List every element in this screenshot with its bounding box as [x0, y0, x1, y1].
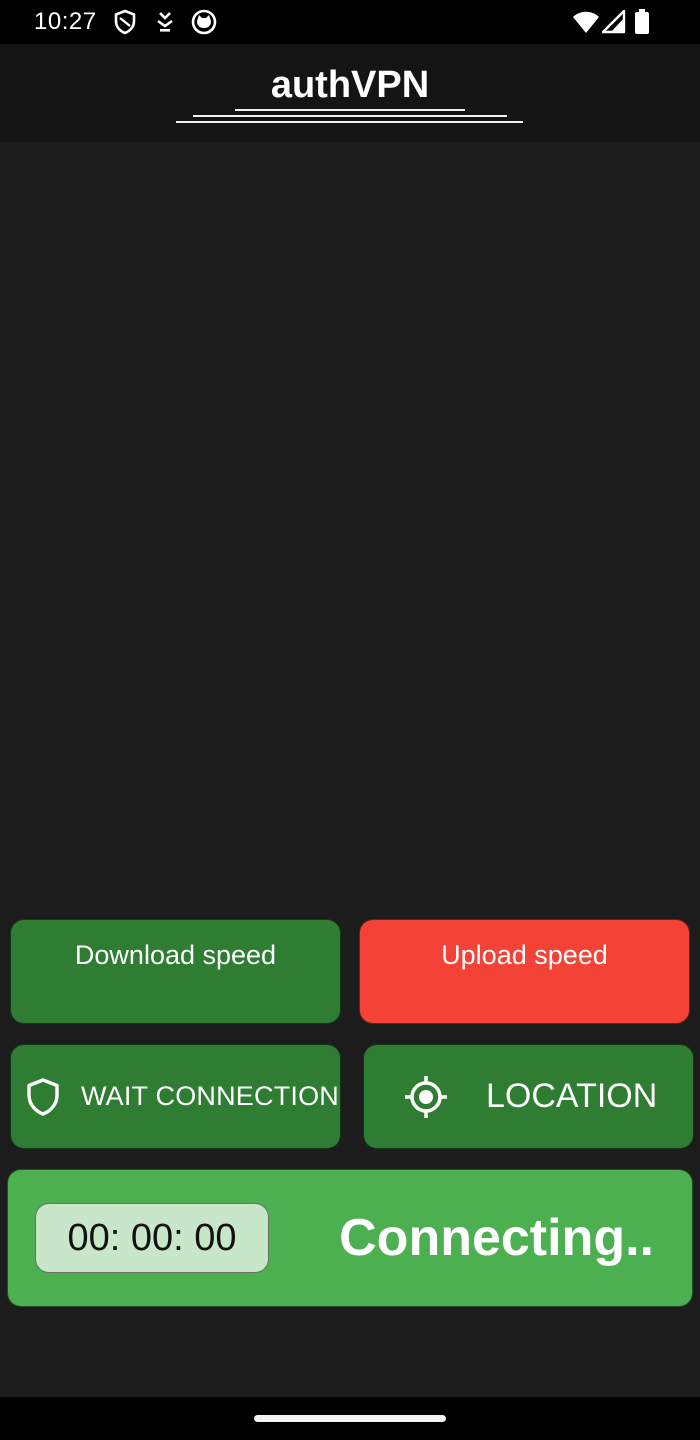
download-speed-card: Download speed — [10, 919, 341, 1024]
navigation-bar — [0, 1397, 700, 1440]
upload-speed-label: Upload speed — [441, 940, 608, 970]
upload-speed-card: Upload speed — [359, 919, 690, 1024]
shield-outline-icon — [114, 9, 136, 35]
battery-icon — [635, 9, 649, 34]
connect-button[interactable]: 00: 00: 00 Connecting.. — [7, 1169, 693, 1307]
connection-timer: 00: 00: 00 — [35, 1203, 269, 1273]
location-crosshair-icon — [405, 1075, 447, 1118]
cat-face-icon — [191, 9, 217, 35]
location-button[interactable]: LOCATION — [363, 1044, 694, 1149]
wait-connection-label: WAIT CONNECTION — [81, 1081, 339, 1111]
title-underline — [176, 121, 523, 123]
home-gesture-handle[interactable] — [254, 1415, 446, 1422]
signal-icon — [602, 10, 626, 34]
title-underline — [193, 115, 507, 117]
app-bar: authVPN — [0, 44, 700, 142]
title-underline — [235, 109, 465, 111]
app-title: authVPN — [270, 64, 430, 106]
shield-icon — [27, 1077, 59, 1116]
connection-status-label: Connecting.. — [339, 1209, 654, 1267]
download-arrow-icon — [157, 12, 173, 32]
wait-connection-button[interactable]: WAIT CONNECTION — [10, 1044, 341, 1149]
wifi-icon — [573, 11, 599, 33]
status-bar: 10:27 — [0, 0, 700, 44]
download-speed-label: Download speed — [74, 940, 277, 970]
location-label: LOCATION — [486, 1077, 658, 1115]
status-time: 10:27 — [34, 8, 97, 35]
